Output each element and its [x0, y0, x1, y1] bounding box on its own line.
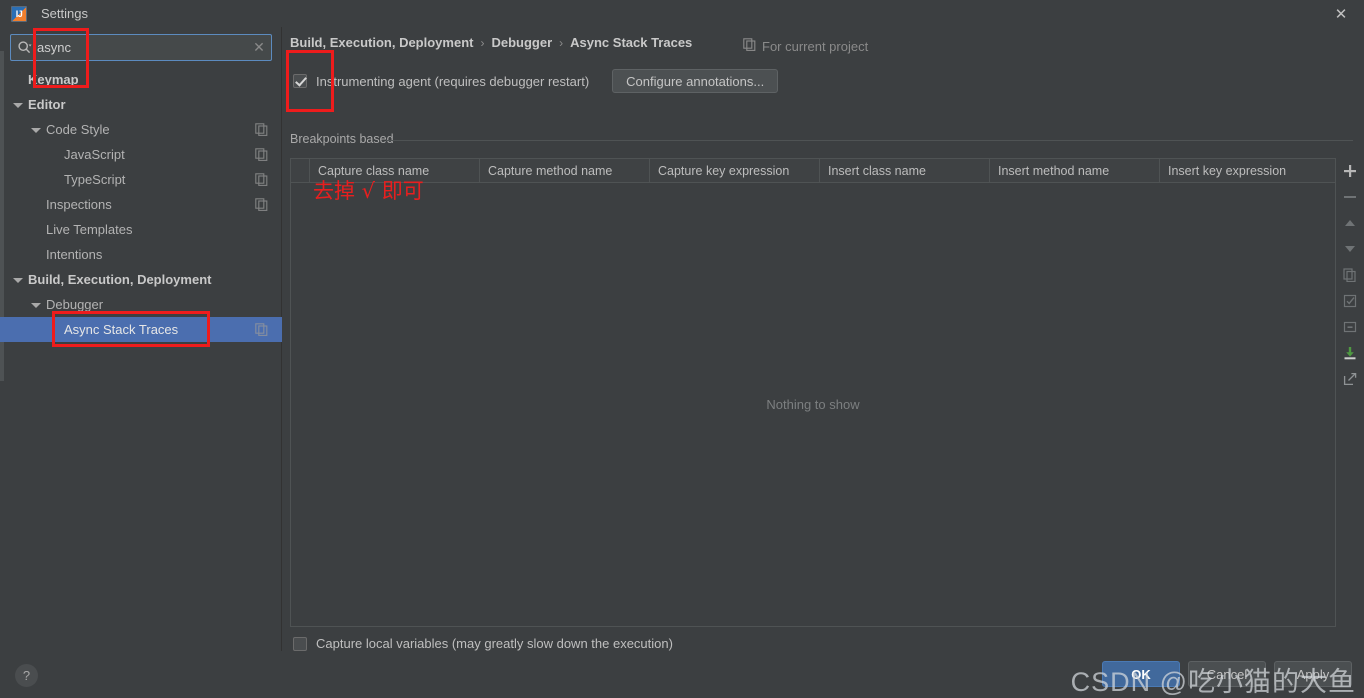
- group-divider: [386, 140, 1353, 141]
- plus-icon[interactable]: [1337, 158, 1363, 184]
- close-icon[interactable]: ✕: [1318, 0, 1364, 27]
- cancel-button[interactable]: Cancel: [1188, 661, 1266, 687]
- sidebar-item-keymap[interactable]: Keymap: [0, 67, 282, 92]
- title-bar: Settings ✕: [0, 0, 1364, 27]
- capture-local-variables-label: Capture local variables (may greatly slo…: [316, 636, 673, 651]
- settings-dialog: Settings ✕ ✕ Keymap Editor Code Style JavaS…: [0, 0, 1364, 698]
- table-header-row: Capture class name Capture method name Cap…: [291, 159, 1335, 183]
- table-column-header[interactable]: Insert class name: [820, 159, 990, 182]
- instrumenting-agent-label: Instrumenting agent (requires debugger r…: [316, 73, 590, 89]
- apply-button[interactable]: Apply: [1274, 661, 1352, 687]
- for-current-project-text: For current project: [762, 38, 869, 54]
- breadcrumb-separator: ›: [559, 35, 564, 50]
- copy-scope-icon: [255, 198, 268, 211]
- sidebar-item-label: JavaScript: [64, 147, 125, 162]
- search-icon: [13, 35, 35, 60]
- chevron-down-icon[interactable]: [30, 124, 42, 136]
- checkbox-checked-icon[interactable]: [293, 74, 307, 88]
- sidebar-item-build-execution-deployment[interactable]: Build, Execution, Deployment: [0, 267, 282, 292]
- sidebar-item-editor[interactable]: Editor: [0, 92, 282, 117]
- sidebar-item-label: Debugger: [46, 297, 104, 312]
- settings-tree: Keymap Editor Code Style JavaScript TypeScri…: [0, 67, 282, 342]
- sidebar-item-label: Live Templates: [46, 222, 133, 237]
- breakpoints-based-group-title: Breakpoints based: [290, 132, 402, 146]
- export-arrow-icon[interactable]: [1337, 366, 1363, 392]
- sidebar-item-javascript[interactable]: JavaScript: [0, 142, 282, 167]
- sidebar-item-label: Code Style: [46, 122, 110, 137]
- table-column-header[interactable]: Capture method name: [480, 159, 650, 182]
- sidebar-item-live-templates[interactable]: Live Templates: [0, 217, 282, 242]
- sidebar-item-label: Async Stack Traces: [64, 322, 179, 337]
- sidebar-item-debugger[interactable]: Debugger: [0, 292, 282, 317]
- capture-local-variables-row[interactable]: Capture local variables (may greatly slo…: [293, 636, 673, 651]
- table-toolbar: [1336, 158, 1364, 627]
- sidebar-item-label: Keymap: [28, 72, 79, 87]
- instrumenting-agent-row[interactable]: Instrumenting agent (requires debugger r…: [293, 69, 779, 93]
- search-input[interactable]: [35, 36, 247, 59]
- arrow-up-icon[interactable]: [1337, 210, 1363, 236]
- settings-sidebar: ✕ Keymap Editor Code Style JavaScript TypeSc…: [0, 27, 282, 651]
- settings-content: Build, Execution, Deployment › Debugger › As…: [283, 27, 1364, 651]
- configure-annotations-button[interactable]: Configure annotations...: [612, 69, 779, 93]
- sidebar-item-code-style[interactable]: Code Style: [0, 117, 282, 142]
- capture-points-table: Capture class name Capture method name Cap…: [290, 158, 1336, 627]
- import-download-icon[interactable]: [1337, 340, 1363, 366]
- copy-icon[interactable]: [1337, 262, 1363, 288]
- minus-icon[interactable]: [1337, 184, 1363, 210]
- annotation-note: 去掉 √ 即可: [313, 179, 424, 203]
- breadcrumb-segment[interactable]: Async Stack Traces: [570, 35, 692, 50]
- ok-button[interactable]: OK: [1102, 661, 1180, 687]
- table-header-rownum: [291, 159, 310, 182]
- clear-icon[interactable]: ✕: [247, 35, 271, 60]
- intellij-idea-logo-icon: [11, 5, 27, 22]
- arrow-down-icon[interactable]: [1337, 236, 1363, 262]
- copy-scope-icon: [255, 323, 268, 336]
- table-column-header[interactable]: Capture key expression: [650, 159, 820, 182]
- empty-state-message: Nothing to show: [766, 397, 860, 412]
- footer-buttons: OK Cancel Apply: [1102, 661, 1352, 687]
- sidebar-item-inspections[interactable]: Inspections: [0, 192, 282, 217]
- sidebar-item-label: TypeScript: [64, 172, 126, 187]
- for-current-project-label: For current project: [743, 38, 868, 54]
- chevron-down-icon[interactable]: [12, 274, 24, 286]
- copy-scope-icon: [255, 148, 268, 161]
- table-column-header[interactable]: Insert key expression: [1160, 159, 1330, 182]
- sidebar-item-label: Build, Execution, Deployment: [28, 272, 212, 287]
- sidebar-item-label: Intentions: [46, 247, 103, 262]
- breadcrumb-segment[interactable]: Debugger: [491, 35, 552, 50]
- copy-scope-icon: [743, 38, 756, 54]
- copy-scope-icon: [255, 123, 268, 136]
- search-box[interactable]: ✕: [10, 34, 272, 61]
- table-body: Nothing to show: [291, 183, 1335, 626]
- sidebar-item-label: Editor: [28, 97, 66, 112]
- breadcrumb-segment[interactable]: Build, Execution, Deployment: [290, 35, 473, 50]
- breadcrumb-separator: ›: [480, 35, 485, 50]
- sidebar-item-label: Inspections: [46, 197, 112, 212]
- sidebar-item-async-stack-traces[interactable]: Async Stack Traces: [0, 317, 282, 342]
- sidebar-item-intentions[interactable]: Intentions: [0, 242, 282, 267]
- sidebar-item-typescript[interactable]: TypeScript: [0, 167, 282, 192]
- breadcrumb: Build, Execution, Deployment › Debugger › As…: [290, 35, 692, 50]
- chevron-down-icon[interactable]: [12, 99, 24, 111]
- checkbox-unchecked-icon[interactable]: [293, 636, 307, 651]
- chevron-down-icon[interactable]: [30, 299, 42, 311]
- table-column-header[interactable]: Insert method name: [990, 159, 1160, 182]
- checkbox-list-icon[interactable]: [1337, 288, 1363, 314]
- question-mark-icon[interactable]: ?: [15, 664, 38, 687]
- minus-box-icon[interactable]: [1337, 314, 1363, 340]
- copy-scope-icon: [255, 173, 268, 186]
- dialog-footer: ? OK Cancel Apply: [0, 651, 1364, 698]
- window-title: Settings: [41, 6, 88, 21]
